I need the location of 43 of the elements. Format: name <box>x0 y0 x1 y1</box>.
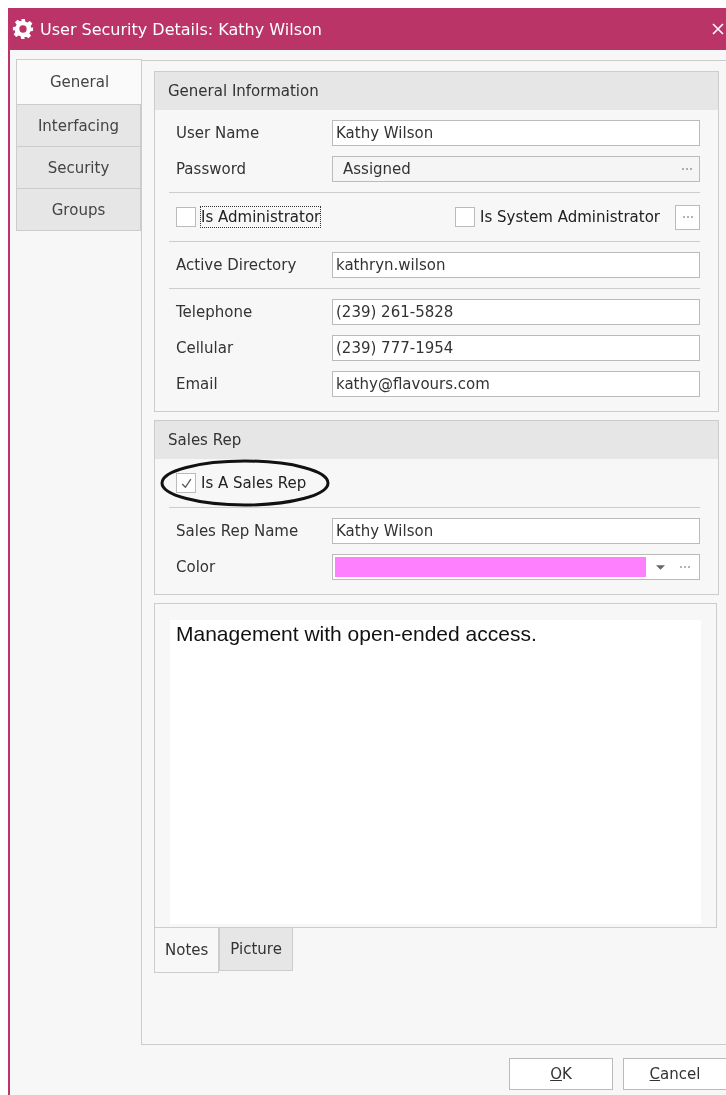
dialog-button[interactable]: OK <box>509 1058 613 1090</box>
ellipsis-icon <box>681 215 694 219</box>
side-tab[interactable]: Security <box>16 146 141 189</box>
notes-text: Management with open-ended access. <box>176 622 537 645</box>
field-label: User Name <box>175 124 261 142</box>
field-label: Password <box>175 160 248 178</box>
notes-text-area[interactable]: Management with open-ended access. <box>170 620 701 924</box>
field-label: Email <box>175 375 219 393</box>
field-label: Active Directory <box>175 256 298 274</box>
dialog-button[interactable]: Cancel <box>623 1058 726 1090</box>
checkbox-label[interactable]: Is Administrator <box>200 206 322 228</box>
side-tab[interactable]: Interfacing <box>16 104 141 147</box>
field-label: Telephone <box>175 303 254 321</box>
text-field[interactable]: Kathy Wilson <box>332 518 700 544</box>
gear-icon <box>12 18 34 40</box>
ellipsis-icon[interactable] <box>679 565 691 569</box>
password-field[interactable]: Assigned <box>332 156 700 182</box>
color-picker[interactable] <box>332 554 700 580</box>
notes-tab[interactable]: Notes <box>154 928 220 973</box>
field-label: Cellular <box>175 339 235 357</box>
text-field[interactable]: kathryn.wilson <box>332 252 700 278</box>
field-label: Sales Rep Name <box>175 522 300 540</box>
text-field[interactable]: (239) 777-1954 <box>332 335 700 361</box>
caret-icon[interactable] <box>656 564 665 570</box>
field-label: Color <box>175 558 217 576</box>
text-field[interactable]: (239) 261-5828 <box>332 299 700 325</box>
ellipsis-icon[interactable] <box>681 167 693 171</box>
checkbox[interactable] <box>455 207 476 227</box>
text-field[interactable]: Kathy Wilson <box>332 120 700 146</box>
group-title: General Information <box>168 82 319 100</box>
window-title: User Security Details: Kathy Wilson <box>40 19 323 39</box>
side-tab[interactable]: General <box>16 59 142 105</box>
checkbox[interactable] <box>176 207 196 227</box>
field-value: Assigned <box>343 160 412 178</box>
notes-tab[interactable]: Picture <box>219 928 293 971</box>
group-title: Sales Rep <box>168 431 242 449</box>
side-tab[interactable]: Groups <box>16 188 141 231</box>
text-field[interactable]: kathy@flavours.com <box>332 371 700 397</box>
close-icon[interactable] <box>712 23 724 35</box>
checkbox[interactable] <box>176 473 196 493</box>
ellipsis-button[interactable] <box>675 204 700 230</box>
checkmark-icon <box>179 476 193 490</box>
checkbox-label[interactable]: Is System Administrator <box>479 206 661 228</box>
